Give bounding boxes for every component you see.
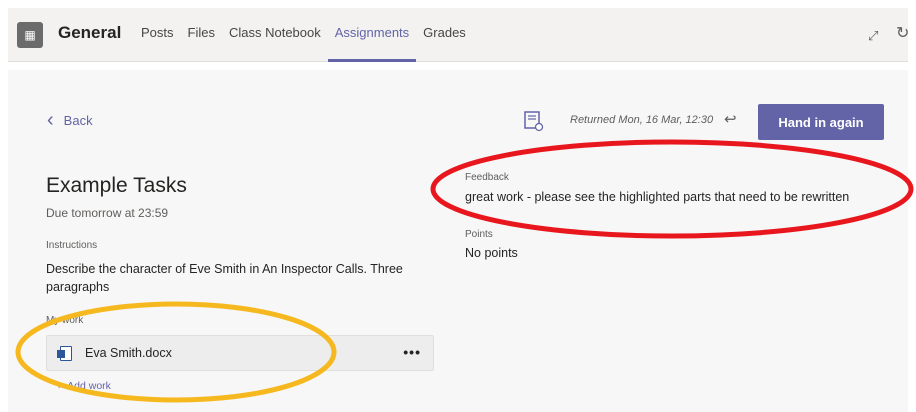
chevron-left-icon: ‹ [47, 109, 54, 131]
tab-bar: Posts Files Class Notebook Assignments G… [134, 8, 473, 62]
tab-files[interactable]: Files [181, 8, 222, 62]
feedback-label: Feedback [465, 172, 509, 183]
tab-class-notebook[interactable]: Class Notebook [222, 8, 328, 62]
add-work-button[interactable]: + Add work [56, 380, 111, 392]
back-label: Back [63, 112, 93, 128]
returned-status: Returned Mon, 16 Mar, 12:30 [570, 114, 714, 126]
team-icon[interactable]: ▦ [17, 22, 43, 48]
expand-icon[interactable]: ⤢ [868, 28, 878, 44]
channel-header: ▦ General Posts Files Class Notebook Ass… [8, 8, 909, 62]
tab-grades[interactable]: Grades [416, 8, 473, 62]
points-value: No points [465, 246, 518, 260]
more-options-icon[interactable]: ••• [403, 344, 421, 360]
my-work-label: My work [46, 315, 84, 326]
attached-file[interactable]: Eva Smith.docx ••• [46, 335, 434, 371]
due-date: Due tomorrow at 23:59 [46, 206, 169, 220]
immersive-reader-icon[interactable] [524, 110, 544, 132]
plus-icon: + [56, 380, 63, 392]
return-arrow-icon: ↩ [724, 111, 737, 128]
back-button[interactable]: ‹ Back [47, 110, 93, 130]
hand-in-again-button[interactable]: Hand in again [758, 104, 884, 140]
tab-posts[interactable]: Posts [134, 8, 181, 62]
points-label: Points [465, 229, 493, 240]
file-name: Eva Smith.docx [85, 346, 172, 360]
tab-assignments[interactable]: Assignments [327, 8, 417, 62]
feedback-text: great work - please see the highlighted … [465, 190, 850, 204]
channel-name: General [58, 23, 122, 42]
refresh-icon[interactable]: ↻ [896, 23, 909, 43]
instructions-text: Describe the character of Eve Smith in A… [46, 262, 403, 294]
instructions-label: Instructions [46, 240, 98, 251]
assignment-title: Example Tasks [46, 174, 187, 197]
word-document-icon [57, 346, 72, 361]
add-work-label: Add work [67, 380, 111, 392]
